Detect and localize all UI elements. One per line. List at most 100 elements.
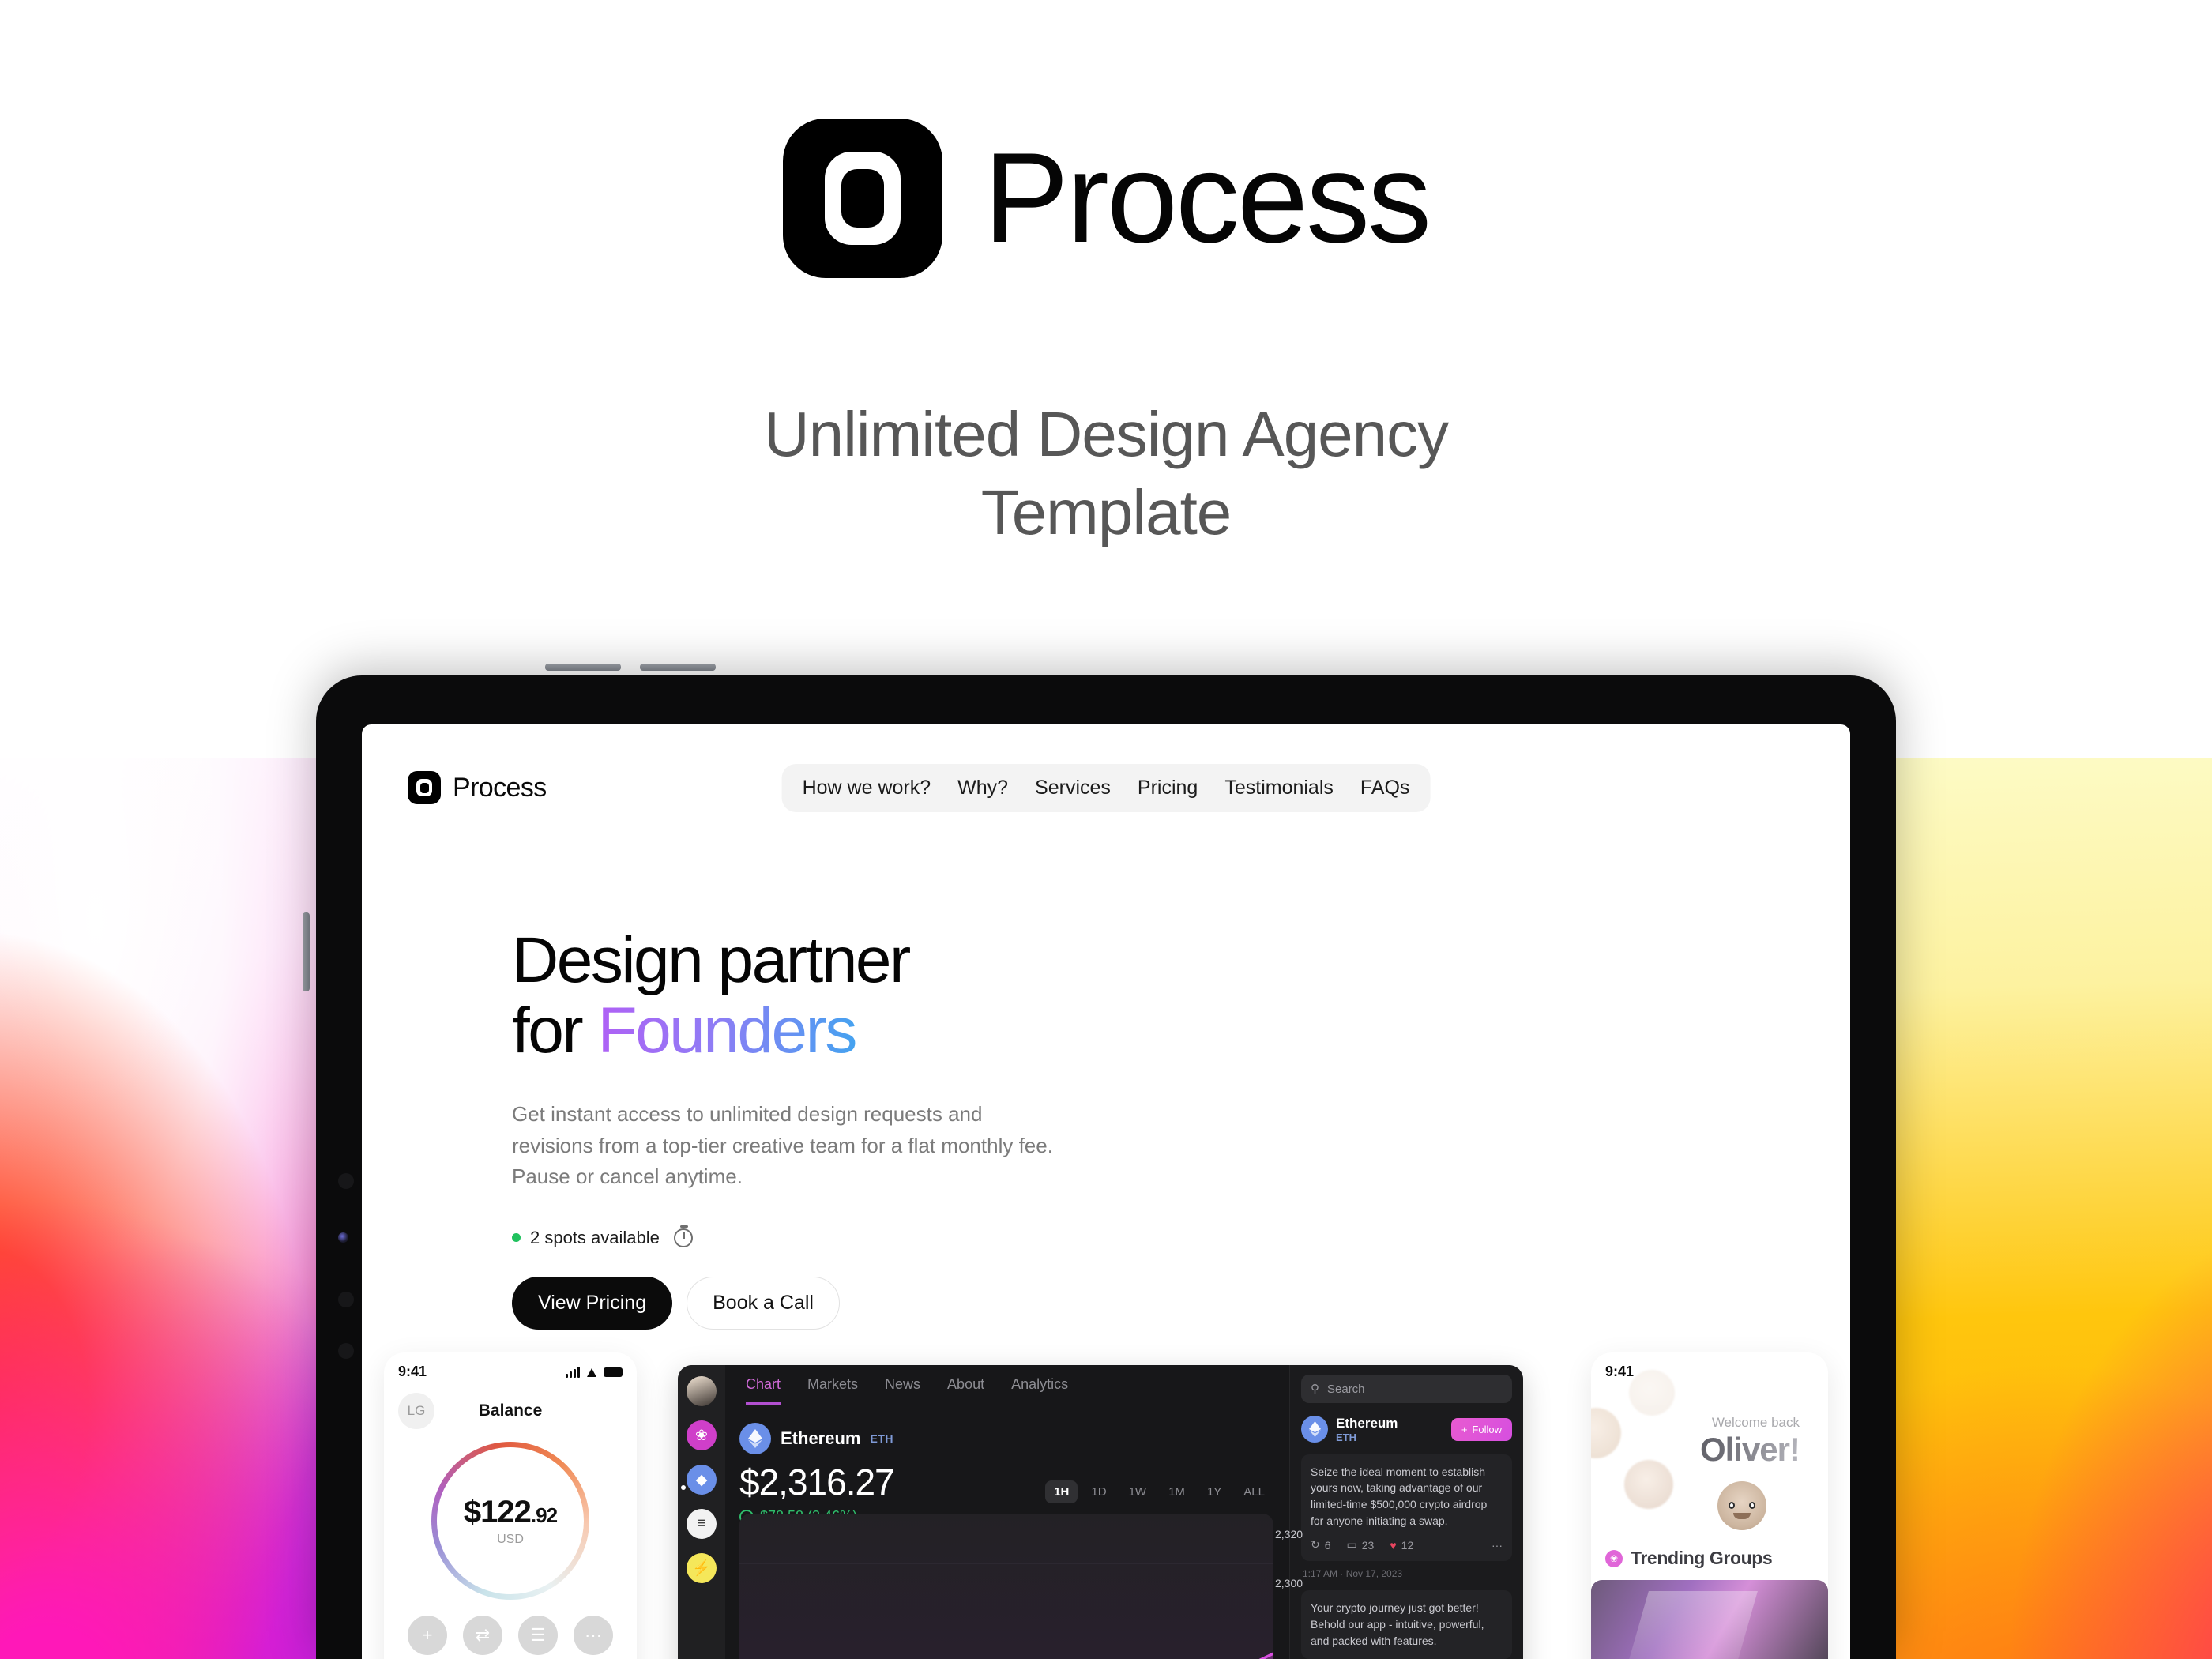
balance-ring: $122.92 USD [431, 1442, 589, 1600]
balance-currency: USD [497, 1533, 524, 1546]
hero-title-accent: Founders [597, 994, 857, 1066]
nav-item-pricing[interactable]: Pricing [1138, 777, 1198, 799]
site-navbar: Process How we work? Why? Services Prici… [362, 748, 1850, 827]
feed-account-ticker: ETH [1336, 1431, 1356, 1443]
nav-item-testimonials[interactable]: Testimonials [1224, 777, 1334, 799]
wallet-action-more[interactable]: ··· More [567, 1616, 619, 1659]
coins-icon[interactable]: ≡ [687, 1509, 717, 1539]
ethereum-icon[interactable]: ◆ [687, 1465, 717, 1495]
post-timestamp: 1:17 AM · Nov 17, 2023 [1303, 1568, 1403, 1580]
crypto-feed-panel: ⚲ Search Ethereum ETH + Follow Seize the… [1289, 1365, 1523, 1659]
range-1y[interactable]: 1Y [1198, 1480, 1230, 1503]
heart-icon: ♥ [1390, 1538, 1397, 1552]
subtitle-line-2: Template [980, 477, 1232, 548]
search-icon: ⚲ [1311, 1382, 1319, 1396]
device-side-button[interactable] [303, 912, 310, 991]
hero-paragraph: Get instant access to unlimited design r… [512, 1102, 1053, 1189]
ellipsis-icon[interactable]: ··· [1492, 1539, 1503, 1552]
device-top-button-1[interactable] [545, 664, 621, 671]
search-input[interactable]: ⚲ Search [1301, 1375, 1512, 1403]
memoji-avatar-icon[interactable] [1717, 1481, 1766, 1530]
wifi-icon [585, 1367, 598, 1377]
ethereum-icon [1301, 1416, 1328, 1443]
process-mark-icon [782, 118, 942, 278]
feed-account-name: Ethereum [1336, 1416, 1398, 1431]
wallet-header: LG Balance [398, 1393, 623, 1429]
coin-ticker: ETH [870, 1432, 893, 1445]
comment-action[interactable]: ▭ 23 [1347, 1538, 1375, 1552]
subtitle-line-1: Unlimited Design Agency [763, 399, 1449, 469]
tab-analytics[interactable]: Analytics [1011, 1376, 1068, 1405]
crypto-dashboard-card: ❀ ◆ ≡ ⚡ Chart Markets News About Analyti… [678, 1365, 1523, 1659]
like-action[interactable]: ♥ 12 [1390, 1539, 1413, 1552]
follow-button[interactable]: + Follow [1450, 1417, 1512, 1441]
coin-name: Ethereum [781, 1428, 861, 1448]
chart-y-axis: 2,320 2,300 [1275, 1528, 1319, 1626]
range-1w[interactable]: 1W [1120, 1480, 1156, 1503]
y-tick: 2,300 [1275, 1577, 1304, 1589]
wallet-actions: + Add money ⇄ Exchange ☰ Settings ··· [398, 1616, 623, 1659]
brand-header: Process [0, 118, 2212, 278]
welcome-name: Oliver! [1605, 1431, 1800, 1469]
battery-icon [604, 1367, 623, 1377]
site-logo[interactable]: Process [408, 771, 547, 804]
nav-links: How we work? Why? Services Pricing Testi… [781, 763, 1431, 812]
feed-post: Seize the ideal moment to establish your… [1301, 1454, 1512, 1562]
y-tick: 2,320 [1275, 1528, 1304, 1540]
range-1h[interactable]: 1H [1045, 1480, 1078, 1503]
trending-group-thumbnail[interactable] [1591, 1580, 1828, 1659]
hero-section: Design partner for Founders Get instant … [512, 924, 1223, 1330]
plus-icon: + [1461, 1423, 1468, 1435]
ellipsis-icon: ··· [574, 1616, 613, 1655]
wallet-action-exchange[interactable]: ⇄ Exchange [457, 1616, 509, 1659]
price-area-chart [739, 1514, 1273, 1659]
status-dot-icon [512, 1233, 521, 1243]
flame-icon[interactable]: ❀ [687, 1420, 717, 1450]
lightning-icon[interactable]: ⚡ [687, 1553, 717, 1583]
crypto-sidebar: ❀ ◆ ≡ ⚡ [678, 1365, 725, 1659]
wallet-action-add-money[interactable]: + Add money [401, 1616, 453, 1659]
ethereum-icon [739, 1423, 771, 1454]
list-icon: ☰ [518, 1616, 558, 1655]
active-indicator [681, 1485, 686, 1490]
welcome-block: Welcome back Oliver! [1605, 1415, 1814, 1469]
wallet-action-settings[interactable]: ☰ Settings [512, 1616, 564, 1659]
device-top-button-2[interactable] [640, 664, 716, 671]
tab-news[interactable]: News [885, 1376, 920, 1405]
page-root: Process Unlimited Design Agency Template [0, 0, 2212, 1659]
showcase-row: 9:41 LG Balance $122.92 USD + ⇄ ☰ ··· ❀ … [362, 1352, 1850, 1659]
nav-item-faqs[interactable]: FAQs [1360, 777, 1410, 799]
range-1d[interactable]: 1D [1082, 1480, 1115, 1503]
status-time: 9:41 [1605, 1364, 1635, 1379]
device-sensor-dot [338, 1232, 348, 1243]
user-avatar[interactable] [687, 1376, 717, 1406]
wallet-status-bar: 9:41 [398, 1364, 623, 1380]
book-a-call-button[interactable]: Book a Call [687, 1276, 840, 1330]
hero-title-line-2-plain: for [512, 994, 598, 1066]
view-pricing-button[interactable]: View Pricing [512, 1276, 673, 1330]
post-text: Your crypto journey just got better! Beh… [1311, 1601, 1484, 1647]
range-1m[interactable]: 1M [1160, 1480, 1194, 1503]
site-logo-text: Process [453, 772, 547, 803]
trending-groups-header: ❀ Trending Groups [1605, 1548, 1814, 1569]
tab-markets[interactable]: Markets [807, 1376, 858, 1405]
coin-header: Ethereum ETH [739, 1423, 1289, 1454]
device-camera-dot [338, 1343, 354, 1359]
nav-item-how-we-work[interactable]: How we work? [803, 777, 931, 799]
stopwatch-icon [673, 1224, 693, 1247]
nav-item-why[interactable]: Why? [957, 777, 1008, 799]
tab-chart[interactable]: Chart [746, 1376, 781, 1405]
tab-about[interactable]: About [947, 1376, 984, 1405]
nav-item-services[interactable]: Services [1035, 777, 1111, 799]
range-all[interactable]: ALL [1235, 1480, 1273, 1503]
flame-icon: ❀ [1605, 1549, 1623, 1567]
tablet-device-mockup: Process How we work? Why? Services Prici… [303, 664, 1903, 1659]
mobile-social-card: 9:41 Welcome back Oliver! ❀ Trending Gro… [1591, 1352, 1828, 1659]
hero-title: Design partner for Founders [512, 924, 1223, 1066]
hero-title-line-1: Design partner [512, 924, 911, 996]
welcome-small: Welcome back [1711, 1415, 1800, 1430]
plus-icon: + [408, 1616, 447, 1655]
comment-icon: ▭ [1346, 1538, 1357, 1552]
crypto-tabs: Chart Markets News About Analytics [739, 1365, 1289, 1405]
search-placeholder: Search [1327, 1382, 1365, 1396]
